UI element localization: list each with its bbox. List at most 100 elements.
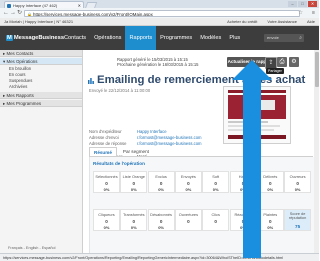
stat-percent: 0%: [158, 187, 164, 192]
sidebar-section-operations[interactable]: ▾ Mes Opérations: [0, 58, 82, 65]
stat-label: Sélectionnés: [95, 174, 118, 179]
print-button[interactable]: ⎙: [277, 57, 287, 67]
stat-cell-row2-4: Clics 0: [202, 209, 230, 231]
buy-credit-link[interactable]: Acheter du crédit: [227, 18, 257, 25]
stat-cell-row1-3: Envoyés 0 0%: [174, 171, 202, 193]
search-value: envoie: [267, 35, 279, 40]
sidebar-section-contacts[interactable]: ▸ Mes Contacts: [0, 50, 82, 57]
stats-panel: Résultats de l'opération Sélectionnés 0 0%…: [89, 157, 315, 254]
maximize-icon[interactable]: □: [298, 1, 307, 7]
sidebar-section-rapports[interactable]: ▸ Mes Rapports: [0, 92, 82, 99]
bar-chart-icon: [88, 78, 94, 84]
search-icon[interactable]: ⌕: [299, 34, 302, 42]
stat-value: 0: [241, 181, 245, 186]
email-preview-image: [224, 87, 290, 143]
stat-cell-row1-1: Liste Orange 0 0%: [120, 171, 148, 193]
tab-par-segment[interactable]: Par segment: [119, 147, 153, 156]
stat-label: Plaintes: [263, 212, 278, 217]
account-info: Ja Moriah | Happy Interface | N° 46321: [4, 19, 74, 24]
stat-label: Soft: [212, 174, 220, 179]
nav-item-plus[interactable]: Plus: [225, 26, 244, 50]
detail-label-send-address: Adresse d'envoi: [89, 135, 119, 140]
bookmark-star-icon[interactable]: ☆: [298, 10, 303, 16]
browser-menu-icon[interactable]: ≡: [312, 10, 315, 16]
account-bar: Ja Moriah | Happy Interface | N° 46321 A…: [0, 18, 319, 26]
stat-cell-row2-3: Ouvertures 0: [174, 209, 202, 231]
stat-label: Cliqueurs: [98, 212, 115, 217]
stat-label: Exclus: [155, 174, 167, 179]
stat-cell-row1-7: Ouvreurs 0 0%: [284, 171, 312, 193]
sidebar-section-programmes[interactable]: ▸ Mes Programmes: [0, 100, 82, 107]
stat-percent: 0%: [103, 225, 110, 230]
share-icon: ⇪: [268, 60, 274, 66]
nav-item-operations[interactable]: Opérations: [90, 26, 125, 50]
stat-value: 0: [187, 181, 190, 186]
stat-cell-row2-5: Réactivité 0 0%: [229, 209, 257, 231]
main-nav: M MessageBusiness Contacts Opérations Rap…: [0, 26, 319, 50]
nav-item-contacts[interactable]: Contacts: [60, 26, 90, 50]
lock-icon: 🔒: [27, 11, 32, 17]
stat-percent: 0%: [294, 187, 301, 192]
browser-chrome: Happy Interface (47 462) ✕ – □ ✕ ← → ↻ 🔒…: [0, 0, 319, 18]
email-preview-thumbnail[interactable]: [223, 86, 291, 144]
report-tabs: Résumé Par segment: [89, 147, 153, 158]
stat-value: 75: [295, 224, 301, 229]
stat-percent: 0%: [130, 187, 137, 192]
detail-label-sender: Nom d'expéditeur: [89, 129, 122, 134]
nav-item-programmes[interactable]: Programmes: [156, 26, 196, 50]
stat-value: 0: [214, 181, 217, 186]
report-generation-info: Rapport généré le 15/03/2015 à 15:15 Pro…: [117, 57, 199, 67]
logo[interactable]: M MessageBusiness: [6, 35, 64, 41]
detail-value-send-address: r.formost@message-business.com: [137, 135, 202, 140]
stat-value: 0: [296, 181, 299, 186]
favicon-icon: [7, 3, 11, 8]
stat-cell-row2-2: Désabonnés 0 0%: [147, 209, 175, 231]
sidebar-item-archivees[interactable]: Archivées: [0, 84, 82, 90]
stat-percent: 0%: [240, 187, 246, 192]
stat-value: 0: [241, 219, 245, 224]
close-window-icon[interactable]: ✕: [308, 1, 317, 7]
stat-cell-row2-6: Plaintes 0 0%: [256, 209, 284, 231]
scrollbar-thumb[interactable]: [314, 52, 319, 87]
stat-value: 0: [132, 181, 136, 186]
stat-percent: 0%: [267, 187, 274, 192]
stat-cell-row1-4: Soft 0 0%: [202, 171, 230, 193]
stat-value: 0: [105, 219, 108, 224]
stat-value: 0: [159, 219, 163, 224]
stat-value: 0: [269, 181, 272, 186]
language-links[interactable]: Français - English - Español: [8, 246, 55, 250]
nav-item-modeles[interactable]: Modèles: [196, 26, 225, 50]
stat-label: Ouvreurs: [289, 174, 306, 179]
stat-percent: 0%: [212, 187, 219, 192]
window-controls: – □ ✕: [288, 1, 317, 7]
page-scrollbar[interactable]: [314, 50, 319, 253]
nav-item-rapports[interactable]: Rapports: [125, 26, 157, 50]
print-icon: ⎙: [279, 59, 285, 65]
stat-cell-row1-6: Délivrés 0 0%: [256, 171, 284, 193]
sent-date: Envoyé le 22/12/2014 à 11:00:00: [89, 88, 151, 93]
help-link[interactable]: Aide: [307, 18, 315, 25]
stat-cell-row2-7: Score de réputation 75: [284, 209, 312, 231]
back-icon[interactable]: ←: [3, 10, 9, 16]
assistance-link[interactable]: Votre Assistance: [267, 18, 297, 25]
more-button[interactable]: ⚙: [289, 57, 299, 67]
browser-tab[interactable]: Happy Interface (47 462) ✕: [4, 1, 84, 8]
stat-value: 0: [187, 219, 190, 224]
reload-icon[interactable]: ↻: [17, 10, 22, 16]
stat-percent: 0%: [185, 187, 192, 192]
sidebar-section-label: Mes Contacts: [6, 51, 34, 56]
forward-icon[interactable]: →: [10, 10, 16, 16]
report-next-date: Prochaine génération le 16/03/2015 à 15:…: [117, 62, 199, 67]
stat-value: 0: [214, 219, 217, 224]
search-input[interactable]: envoie ⌕: [264, 34, 304, 42]
stat-percent: 0%: [158, 225, 164, 230]
gear-icon: ⚙: [291, 59, 297, 65]
stat-label: Score de réputation: [288, 211, 307, 220]
stat-cell-row2-1: Transformés 0 0%: [120, 209, 148, 231]
minimize-icon[interactable]: –: [288, 1, 297, 7]
stat-cell-row1-2: Exclus 0 0%: [147, 171, 175, 193]
address-bar[interactable]: 🔒 https://services.message-business.com/…: [24, 9, 300, 17]
stat-percent: 0%: [130, 225, 137, 230]
stats-title: Résultats de l'opération: [93, 161, 145, 166]
sidebar-section-label: Mes Opérations: [6, 59, 38, 64]
